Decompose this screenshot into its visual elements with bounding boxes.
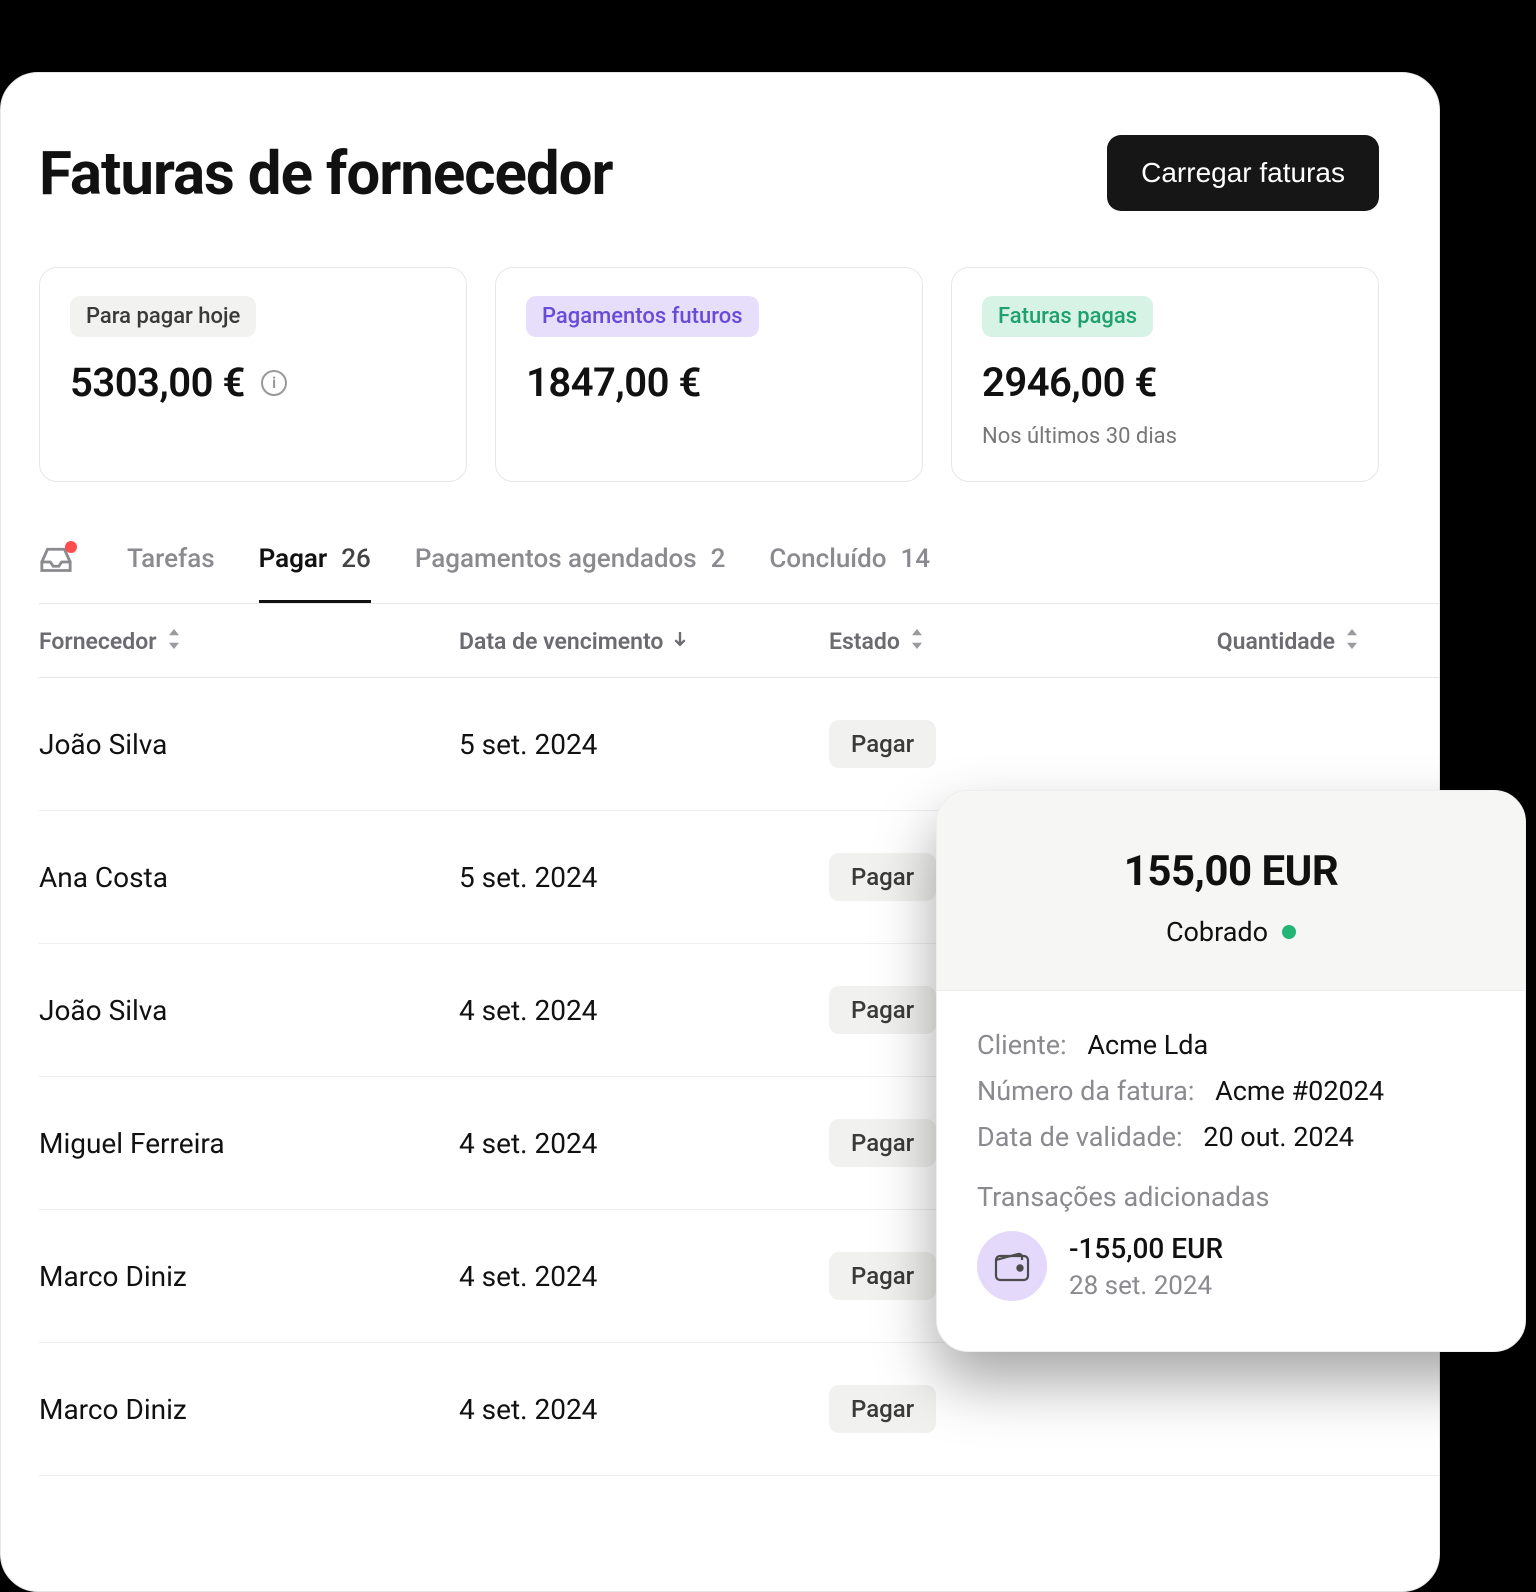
pill-pay-today: Para pagar hoje <box>70 296 256 337</box>
transaction-date: 28 set. 2024 <box>1069 1271 1223 1301</box>
tabs: Tarefas Pagar 26 Pagamentos agendados 2 … <box>39 530 1439 604</box>
transaction-amount: -155,00 EUR <box>1069 1232 1223 1265</box>
sort-desc-icon <box>673 628 687 655</box>
tab-tasks[interactable]: Tarefas <box>127 530 215 603</box>
pay-chip[interactable]: Pagar <box>829 1385 936 1433</box>
invoice-detail-card: 155,00 EUR Cobrado Cliente: Acme Lda Núm… <box>936 790 1526 1352</box>
cell-due-date: 4 set. 2024 <box>459 1393 829 1426</box>
transactions-title: Transações adicionadas <box>977 1181 1485 1213</box>
sort-icon <box>167 628 181 655</box>
table-header: Fornecedor Data de vencimento Estado Qua… <box>39 604 1439 678</box>
pay-chip[interactable]: Pagar <box>829 1119 936 1167</box>
cell-supplier: Marco Diniz <box>39 1393 459 1426</box>
client-value: Acme Lda <box>1087 1029 1208 1061</box>
tab-inbox-icon[interactable] <box>39 531 83 602</box>
tab-tasks-label: Tarefas <box>127 544 215 574</box>
cell-supplier: João Silva <box>39 994 459 1027</box>
cell-due-date: 4 set. 2024 <box>459 994 829 1027</box>
pill-future: Pagamentos futuros <box>526 296 759 337</box>
amount-future: 1847,00 € <box>526 359 701 406</box>
status-dot-icon <box>1282 925 1296 939</box>
notification-dot-icon <box>65 541 77 553</box>
expiry-value: 20 out. 2024 <box>1203 1121 1354 1153</box>
pill-paid: Faturas pagas <box>982 296 1153 337</box>
tab-scheduled-count: 2 <box>711 544 726 574</box>
upload-invoices-button[interactable]: Carregar faturas <box>1107 135 1379 211</box>
tab-pay[interactable]: Pagar 26 <box>259 530 371 603</box>
sort-icon <box>1345 628 1359 655</box>
card-pay-today[interactable]: Para pagar hoje 5303,00 € i <box>39 267 467 482</box>
col-quantity[interactable]: Quantidade <box>1159 628 1439 655</box>
detail-amount: 155,00 EUR <box>977 847 1485 896</box>
cell-supplier: Miguel Ferreira <box>39 1127 459 1160</box>
card-future-payments[interactable]: Pagamentos futuros 1847,00 € <box>495 267 923 482</box>
col-state[interactable]: Estado <box>829 628 1159 655</box>
col-supplier[interactable]: Fornecedor <box>39 628 459 655</box>
invoice-number-label: Número da fatura: <box>977 1075 1194 1107</box>
amount-paid: 2946,00 € <box>982 359 1157 406</box>
invoice-number-value: Acme #02024 <box>1215 1075 1384 1107</box>
summary-cards: Para pagar hoje 5303,00 € i Pagamentos f… <box>39 267 1379 482</box>
info-icon[interactable]: i <box>261 370 287 396</box>
pay-chip[interactable]: Pagar <box>829 1252 936 1300</box>
tab-pay-count: 26 <box>341 544 371 574</box>
tab-scheduled[interactable]: Pagamentos agendados 2 <box>415 530 726 603</box>
tab-scheduled-label: Pagamentos agendados <box>415 544 697 574</box>
cell-due-date: 5 set. 2024 <box>459 728 829 761</box>
tab-done[interactable]: Concluído 14 <box>769 530 930 603</box>
tab-done-label: Concluído <box>769 544 886 574</box>
inbox-icon <box>39 545 73 573</box>
cell-supplier: Marco Diniz <box>39 1260 459 1293</box>
expiry-label: Data de validade: <box>977 1121 1183 1153</box>
tab-pay-label: Pagar <box>259 544 328 574</box>
cell-due-date: 5 set. 2024 <box>459 861 829 894</box>
page-title: Faturas de fornecedor <box>39 138 613 209</box>
detail-status: Cobrado <box>1166 916 1268 948</box>
pay-chip[interactable]: Pagar <box>829 853 936 901</box>
col-due-date[interactable]: Data de vencimento <box>459 628 829 655</box>
sort-icon <box>910 628 924 655</box>
card-paid-invoices[interactable]: Faturas pagas 2946,00 € Nos últimos 30 d… <box>951 267 1379 482</box>
cell-due-date: 4 set. 2024 <box>459 1127 829 1160</box>
transaction-row[interactable]: -155,00 EUR 28 set. 2024 <box>977 1231 1485 1301</box>
client-label: Cliente: <box>977 1029 1067 1061</box>
cell-supplier: Ana Costa <box>39 861 459 894</box>
cell-due-date: 4 set. 2024 <box>459 1260 829 1293</box>
tab-done-count: 14 <box>900 544 930 574</box>
cell-supplier: João Silva <box>39 728 459 761</box>
pay-chip[interactable]: Pagar <box>829 986 936 1034</box>
pay-chip[interactable]: Pagar <box>829 720 936 768</box>
amount-pay-today: 5303,00 € <box>70 359 245 406</box>
paid-subtext: Nos últimos 30 dias <box>982 424 1348 449</box>
wallet-icon <box>977 1231 1047 1301</box>
table-row[interactable]: Marco Diniz4 set. 2024Pagar <box>39 1343 1439 1476</box>
